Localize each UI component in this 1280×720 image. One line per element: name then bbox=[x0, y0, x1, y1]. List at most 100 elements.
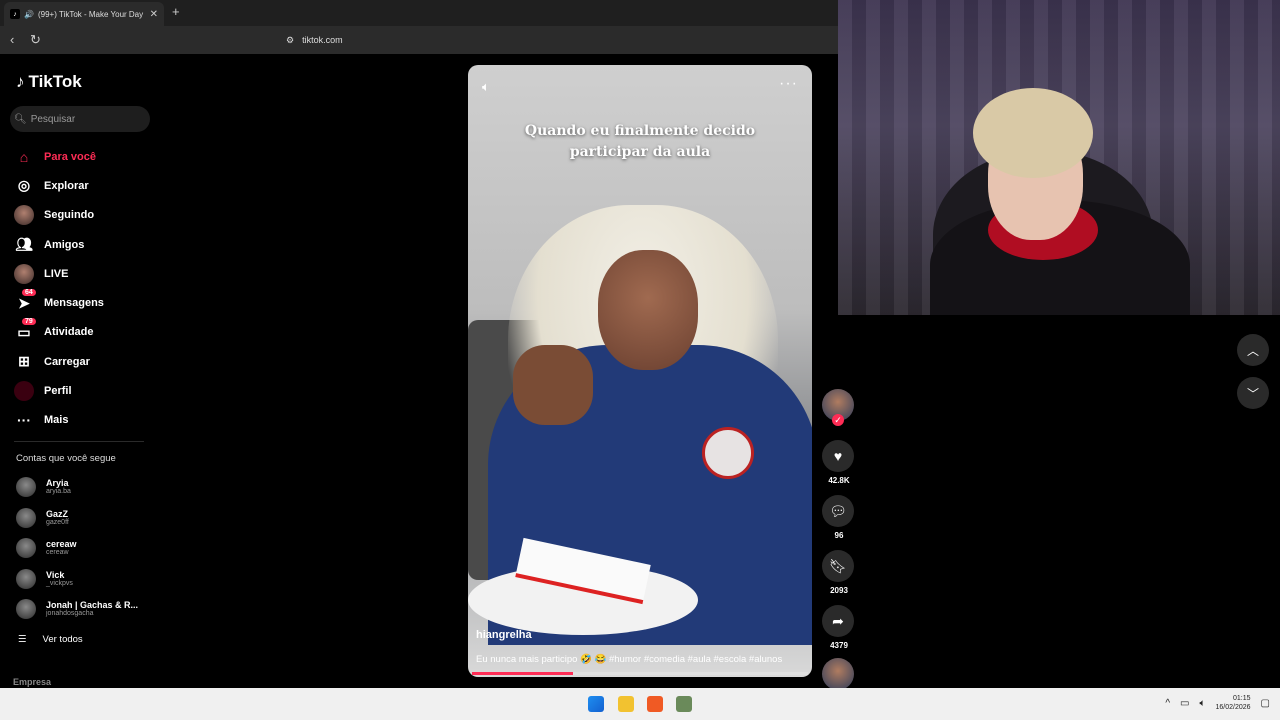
nav-label: Explorar bbox=[44, 179, 89, 192]
action-bar: ✓ ♥ 42.8K 💬︎ 96 🔖︎ 2093 ➦ 4379 bbox=[822, 389, 856, 690]
address-bar: ‹ ↻ ⚙ tiktok.com bbox=[0, 26, 838, 54]
app-icon[interactable] bbox=[676, 696, 692, 712]
nav-label: Seguindo bbox=[44, 209, 95, 222]
nav-item-mensagens[interactable]: ➤ 64 Mensagens bbox=[14, 288, 104, 317]
follow-plus-icon[interactable]: ✓ bbox=[832, 414, 844, 426]
file-explorer-icon[interactable] bbox=[618, 696, 634, 712]
friends-icon: 👥︎ bbox=[15, 236, 33, 253]
following-account[interactable]: Vick _vickpvs bbox=[16, 564, 138, 595]
save-count: 2093 bbox=[830, 586, 848, 595]
sidebar: ♪ TikTok 🔍︎ Pesquisar ⌂ Para você ◎ Expl… bbox=[0, 54, 160, 690]
profile-icon bbox=[14, 381, 34, 402]
new-tab-button[interactable]: + bbox=[172, 4, 180, 19]
nav-label: Para você bbox=[44, 150, 96, 163]
account-name: GazZ bbox=[46, 508, 69, 519]
account-name: Jonah | Gachas & R... bbox=[46, 600, 139, 611]
nav-item-live[interactable]: LIVE bbox=[14, 259, 104, 288]
nav-item-explorar[interactable]: ◎ Explorar bbox=[14, 171, 104, 200]
list-icon: ☰ bbox=[18, 634, 27, 645]
nav-item-atividade[interactable]: ▭ 79 Atividade bbox=[14, 318, 104, 347]
upload-icon: ⊞ bbox=[18, 353, 30, 370]
notification-icon[interactable]: ▢ bbox=[1261, 698, 1270, 709]
see-all-label: Ver todos bbox=[42, 634, 83, 645]
brave-browser-icon[interactable] bbox=[647, 696, 663, 712]
account-name: Aryia bbox=[46, 478, 69, 489]
more-options-icon[interactable]: ··· bbox=[779, 75, 798, 93]
video-scene-face bbox=[598, 250, 698, 370]
tab-title: (99+) TikTok - Make Your Day bbox=[37, 9, 144, 19]
close-tab-icon[interactable]: ✕ bbox=[150, 9, 158, 20]
see-all-button[interactable]: ☰ Ver todos bbox=[18, 634, 83, 645]
search-input[interactable]: 🔍︎ Pesquisar bbox=[10, 106, 150, 132]
compass-icon: ◎ bbox=[17, 177, 31, 194]
caption-line-1: Quando eu finalmente decido bbox=[524, 123, 756, 139]
messages-badge: 64 bbox=[22, 289, 36, 297]
webcam-hair bbox=[973, 88, 1093, 178]
following-account[interactable]: Jonah | Gachas & R... jonahdosgacha bbox=[16, 594, 138, 625]
chevron-up-icon: ︿ bbox=[1246, 343, 1259, 358]
following-avatar-icon bbox=[14, 205, 34, 226]
account-handle: gaze0ff bbox=[46, 518, 69, 526]
chevron-up-tray-icon[interactable]: ^ bbox=[1165, 698, 1170, 709]
nav-label: Mensagens bbox=[44, 297, 104, 310]
comment-icon: 💬︎ bbox=[829, 502, 847, 519]
chevron-down-icon: ﹀ bbox=[1246, 386, 1259, 401]
footer-empresa[interactable]: Empresa bbox=[13, 677, 51, 687]
following-header: Contas que você segue bbox=[16, 453, 116, 464]
search-icon: 🔍︎ bbox=[14, 113, 27, 125]
video-progress-bar[interactable] bbox=[472, 672, 808, 675]
account-handle: cereaw bbox=[46, 549, 69, 557]
nav-item-amigos[interactable]: 👥︎ Amigos bbox=[14, 230, 104, 259]
save-button[interactable]: 🔖︎ bbox=[822, 550, 854, 582]
nav-item-carregar[interactable]: ⊞ Carregar bbox=[14, 347, 104, 376]
following-account[interactable]: Aryia aryia.ba bbox=[16, 472, 138, 503]
clock[interactable]: 01:15 16/02/2026 bbox=[1216, 694, 1251, 712]
activity-badge: 79 bbox=[22, 318, 36, 326]
browser-tab[interactable]: ♪ 🔊 (99+) TikTok - Make Your Day ✕ bbox=[4, 2, 164, 26]
site-info-icon[interactable]: ⚙ bbox=[286, 35, 294, 46]
account-handle: _vickpvs bbox=[46, 579, 73, 587]
network-icon[interactable]: ▭ bbox=[1180, 698, 1189, 709]
url-field[interactable]: ⚙ tiktok.com bbox=[280, 30, 836, 50]
video-scene-patch bbox=[702, 427, 754, 479]
reload-icon[interactable]: ↻ bbox=[30, 32, 41, 48]
following-account[interactable]: GazZ gaze0ff bbox=[16, 503, 138, 534]
more-icon: ··· bbox=[17, 412, 31, 429]
video-player[interactable]: 🔈︎ ··· Quando eu finalmente decido parti… bbox=[468, 65, 812, 677]
share-button[interactable]: ➦ bbox=[822, 605, 854, 637]
nav-item-para-voce[interactable]: ⌂ Para você bbox=[14, 142, 104, 171]
speaker-icon: 🔊 bbox=[24, 9, 34, 19]
previous-video-button[interactable]: ︿ bbox=[1237, 334, 1269, 366]
next-video-button[interactable]: ﹀ bbox=[1237, 377, 1269, 409]
nav-item-perfil[interactable]: Perfil bbox=[14, 376, 104, 405]
caption-line-2: participar da aula bbox=[569, 144, 711, 160]
following-list: Aryia aryia.ba GazZ gaze0ff cereaw cereaw V… bbox=[16, 472, 138, 625]
system-tray: ^ ▭ 🔈︎ 01:15 16/02/2026 ▢ bbox=[1165, 694, 1270, 712]
back-icon[interactable]: ‹ bbox=[10, 32, 14, 47]
comment-button[interactable]: 💬︎ bbox=[822, 495, 854, 527]
live-avatar-icon bbox=[14, 263, 34, 284]
video-description: Eu nunca mais participo 🤣 😂 #humor #come… bbox=[476, 654, 783, 665]
nav-item-seguindo[interactable]: Seguindo bbox=[14, 201, 104, 230]
music-disc-avatar[interactable] bbox=[822, 658, 854, 690]
volume-tray-icon[interactable]: 🔈︎ bbox=[1200, 698, 1206, 709]
video-author[interactable]: hiangrelha bbox=[476, 629, 532, 641]
clock-date: 16/02/2026 bbox=[1215, 704, 1251, 711]
tiktok-logo[interactable]: ♪ TikTok bbox=[16, 72, 82, 92]
avatar bbox=[16, 599, 36, 620]
nav-label: Mais bbox=[44, 414, 69, 427]
share-count: 4379 bbox=[830, 641, 848, 650]
nav-item-mais[interactable]: ··· Mais bbox=[14, 406, 104, 435]
nav-label: Amigos bbox=[44, 238, 85, 251]
windows-start-icon[interactable] bbox=[588, 696, 604, 712]
heart-icon: ♥ bbox=[833, 448, 843, 464]
following-account[interactable]: cereaw cereaw bbox=[16, 533, 138, 564]
browser-tab-bar: ♪ 🔊 (99+) TikTok - Make Your Day ✕ + bbox=[0, 0, 838, 26]
like-button[interactable]: ♥ bbox=[822, 440, 854, 472]
share-icon: ➦ bbox=[832, 612, 844, 629]
home-icon: ⌂ bbox=[19, 148, 29, 165]
tiktok-favicon-icon: ♪ bbox=[10, 9, 20, 19]
bookmark-icon: 🔖︎ bbox=[829, 557, 847, 574]
creator-avatar[interactable]: ✓ bbox=[822, 389, 854, 426]
volume-icon[interactable]: 🔈︎ bbox=[482, 79, 490, 95]
